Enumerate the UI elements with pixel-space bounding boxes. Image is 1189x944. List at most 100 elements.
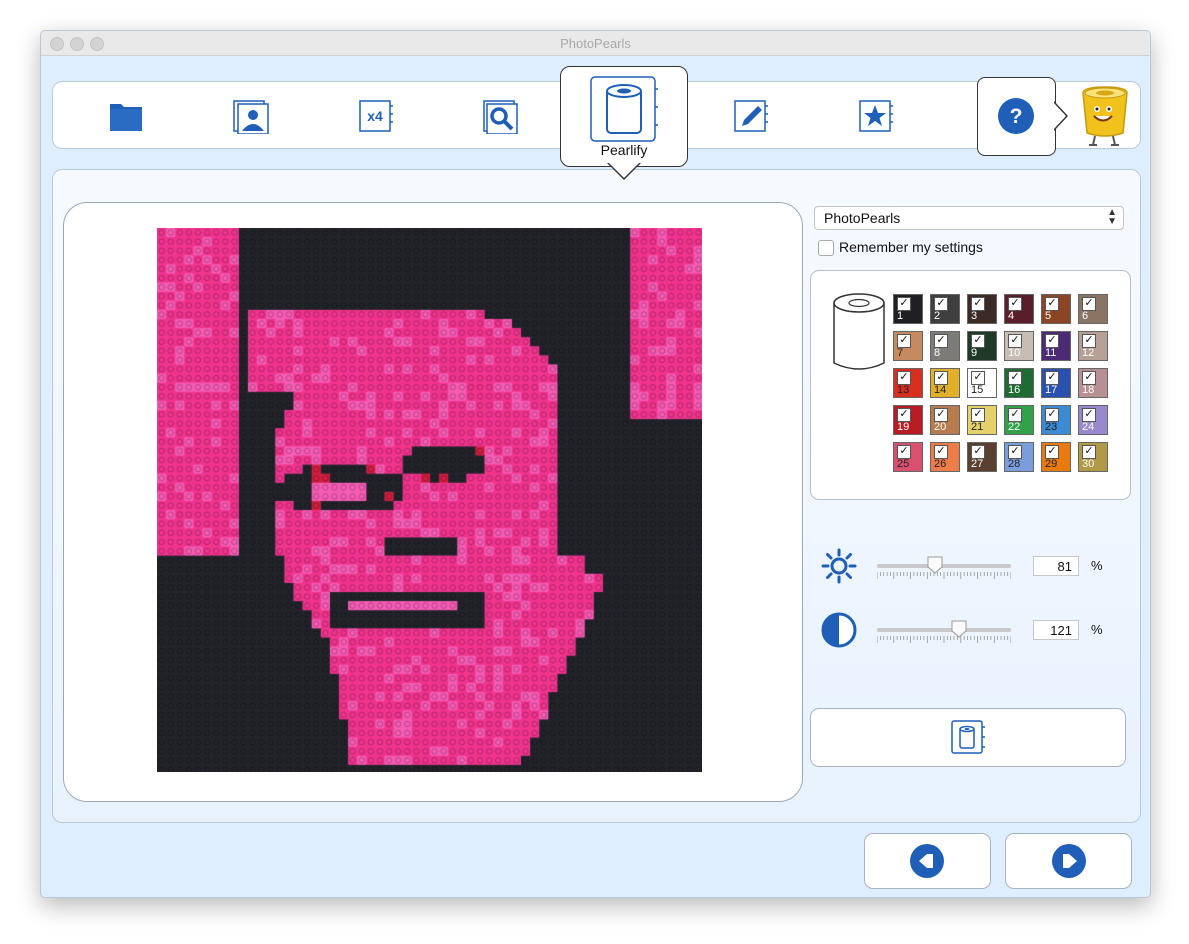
color-swatch-7[interactable]: ✓ 7 xyxy=(893,331,923,361)
color-swatch-checkbox[interactable]: ✓ xyxy=(971,445,985,459)
color-swatch-2[interactable]: ✓ 2 xyxy=(930,294,960,324)
color-swatch-28[interactable]: ✓ 28 xyxy=(1004,442,1034,472)
color-swatch-checkbox[interactable]: ✓ xyxy=(1082,371,1096,385)
color-swatch-13[interactable]: ✓ 13 xyxy=(893,368,923,398)
color-swatch-checkbox[interactable]: ✓ xyxy=(897,408,911,422)
favorites-button[interactable] xyxy=(858,98,894,134)
color-swatch-checkbox[interactable]: ✓ xyxy=(934,297,948,311)
brightness-slider-knob[interactable] xyxy=(927,556,943,574)
color-swatch-number: 9 xyxy=(971,347,978,359)
color-swatch-4[interactable]: ✓ 4 xyxy=(1004,294,1034,324)
color-swatch-checkbox[interactable]: ✓ xyxy=(971,408,985,422)
brightness-slider-track[interactable] xyxy=(877,564,1011,568)
color-swatch-checkbox[interactable]: ✓ xyxy=(1008,445,1022,459)
preset-select[interactable]: PhotoPearls ▲ ▼ xyxy=(814,206,1124,230)
color-swatch-3[interactable]: ✓ 3 xyxy=(967,294,997,324)
color-swatch-checkbox[interactable]: ✓ xyxy=(971,371,985,385)
pearl-spool-icon xyxy=(833,293,885,370)
color-swatch-checkbox[interactable]: ✓ xyxy=(971,297,985,311)
color-swatch-number: 25 xyxy=(897,458,910,470)
color-swatch-checkbox[interactable]: ✓ xyxy=(1045,297,1059,311)
contrast-row: 121 % xyxy=(821,612,1111,654)
color-swatch-22[interactable]: ✓ 22 xyxy=(1004,405,1034,435)
color-swatch-9[interactable]: ✓ 9 xyxy=(967,331,997,361)
color-swatch-18[interactable]: ✓ 18 xyxy=(1078,368,1108,398)
color-swatch-12[interactable]: ✓ 12 xyxy=(1078,331,1108,361)
contrast-value-field[interactable]: 121 xyxy=(1033,620,1079,640)
color-swatch-24[interactable]: ✓ 24 xyxy=(1078,405,1108,435)
color-swatch-17[interactable]: ✓ 17 xyxy=(1041,368,1071,398)
color-swatch-number: 22 xyxy=(1008,421,1021,433)
color-swatch-checkbox[interactable]: ✓ xyxy=(1045,334,1059,348)
color-swatch-checkbox[interactable]: ✓ xyxy=(897,297,911,311)
color-swatch-11[interactable]: ✓ 11 xyxy=(1041,331,1071,361)
tab-pearlify[interactable]: Pearlify xyxy=(560,66,688,167)
color-swatch-checkbox[interactable]: ✓ xyxy=(1082,445,1096,459)
color-swatch-10[interactable]: ✓ 10 xyxy=(1004,331,1034,361)
color-swatch-checkbox[interactable]: ✓ xyxy=(1008,408,1022,422)
color-swatch-checkbox[interactable]: ✓ xyxy=(1045,408,1059,422)
color-swatch-checkbox[interactable]: ✓ xyxy=(1008,334,1022,348)
brightness-value-field[interactable]: 81 xyxy=(1033,556,1079,576)
color-swatch-number: 19 xyxy=(897,421,910,433)
color-swatch-16[interactable]: ✓ 16 xyxy=(1004,368,1034,398)
color-swatch-checkbox[interactable]: ✓ xyxy=(897,334,911,348)
color-swatch-number: 21 xyxy=(971,421,984,433)
color-swatch-number: 27 xyxy=(971,458,984,470)
edit-button[interactable] xyxy=(733,98,769,134)
color-swatch-number: 10 xyxy=(1008,347,1021,359)
color-swatch-checkbox[interactable]: ✓ xyxy=(934,408,948,422)
favorites-icon xyxy=(859,100,893,132)
color-swatch-20[interactable]: ✓ 20 xyxy=(930,405,960,435)
color-swatch-checkbox[interactable]: ✓ xyxy=(1082,408,1096,422)
color-swatch-15[interactable]: ✓ 15 xyxy=(967,368,997,398)
color-swatch-19[interactable]: ✓ 19 xyxy=(893,405,923,435)
color-swatch-number: 30 xyxy=(1082,458,1095,470)
color-swatch-checkbox[interactable]: ✓ xyxy=(1082,334,1096,348)
color-swatch-checkbox[interactable]: ✓ xyxy=(934,445,948,459)
color-swatch-checkbox[interactable]: ✓ xyxy=(934,334,948,348)
color-swatch-checkbox[interactable]: ✓ xyxy=(897,371,911,385)
color-swatch-1[interactable]: ✓ 1 xyxy=(893,294,923,324)
title-bar: PhotoPearls xyxy=(41,31,1150,56)
pearlify-button[interactable] xyxy=(810,708,1126,767)
next-button[interactable] xyxy=(1005,833,1132,889)
color-swatch-23[interactable]: ✓ 23 xyxy=(1041,405,1071,435)
color-swatch-checkbox[interactable]: ✓ xyxy=(971,334,985,348)
color-swatch-checkbox[interactable]: ✓ xyxy=(1008,371,1022,385)
back-button[interactable] xyxy=(864,833,991,889)
color-swatch-number: 6 xyxy=(1082,310,1089,322)
color-swatch-27[interactable]: ✓ 27 xyxy=(967,442,997,472)
color-swatch-checkbox[interactable]: ✓ xyxy=(1045,445,1059,459)
color-swatch-checkbox[interactable]: ✓ xyxy=(1082,297,1096,311)
contrast-unit: % xyxy=(1091,622,1103,637)
color-swatch-30[interactable]: ✓ 30 xyxy=(1078,442,1108,472)
color-swatch-29[interactable]: ✓ 29 xyxy=(1041,442,1071,472)
color-swatch-25[interactable]: ✓ 25 xyxy=(893,442,923,472)
color-swatch-number: 5 xyxy=(1045,310,1052,322)
contrast-slider-track[interactable] xyxy=(877,628,1011,632)
color-swatch-5[interactable]: ✓ 5 xyxy=(1041,294,1071,324)
color-swatch-checkbox[interactable]: ✓ xyxy=(1008,297,1022,311)
color-swatch-21[interactable]: ✓ 21 xyxy=(967,405,997,435)
color-swatch-26[interactable]: ✓ 26 xyxy=(930,442,960,472)
color-swatch-checkbox[interactable]: ✓ xyxy=(1045,371,1059,385)
color-swatch-number: 17 xyxy=(1045,384,1058,396)
window-title: PhotoPearls xyxy=(560,36,631,51)
open-folder-button[interactable] xyxy=(108,98,144,134)
remember-settings-checkbox[interactable] xyxy=(818,240,834,256)
color-swatch-8[interactable]: ✓ 8 xyxy=(930,331,960,361)
color-swatch-number: 8 xyxy=(934,347,941,359)
x4-button[interactable]: x4 xyxy=(358,98,394,134)
color-swatch-number: 4 xyxy=(1008,310,1015,322)
contrast-slider-knob[interactable] xyxy=(951,620,967,638)
color-swatch-number: 13 xyxy=(897,384,910,396)
color-swatch-checkbox[interactable]: ✓ xyxy=(897,445,911,459)
color-swatch-number: 2 xyxy=(934,310,941,322)
help-button[interactable]: ? xyxy=(977,77,1056,156)
zoom-button[interactable] xyxy=(483,98,519,135)
color-swatch-checkbox[interactable]: ✓ xyxy=(934,371,948,385)
color-swatch-14[interactable]: ✓ 14 xyxy=(930,368,960,398)
photo-button[interactable] xyxy=(233,98,269,135)
color-swatch-6[interactable]: ✓ 6 xyxy=(1078,294,1108,324)
